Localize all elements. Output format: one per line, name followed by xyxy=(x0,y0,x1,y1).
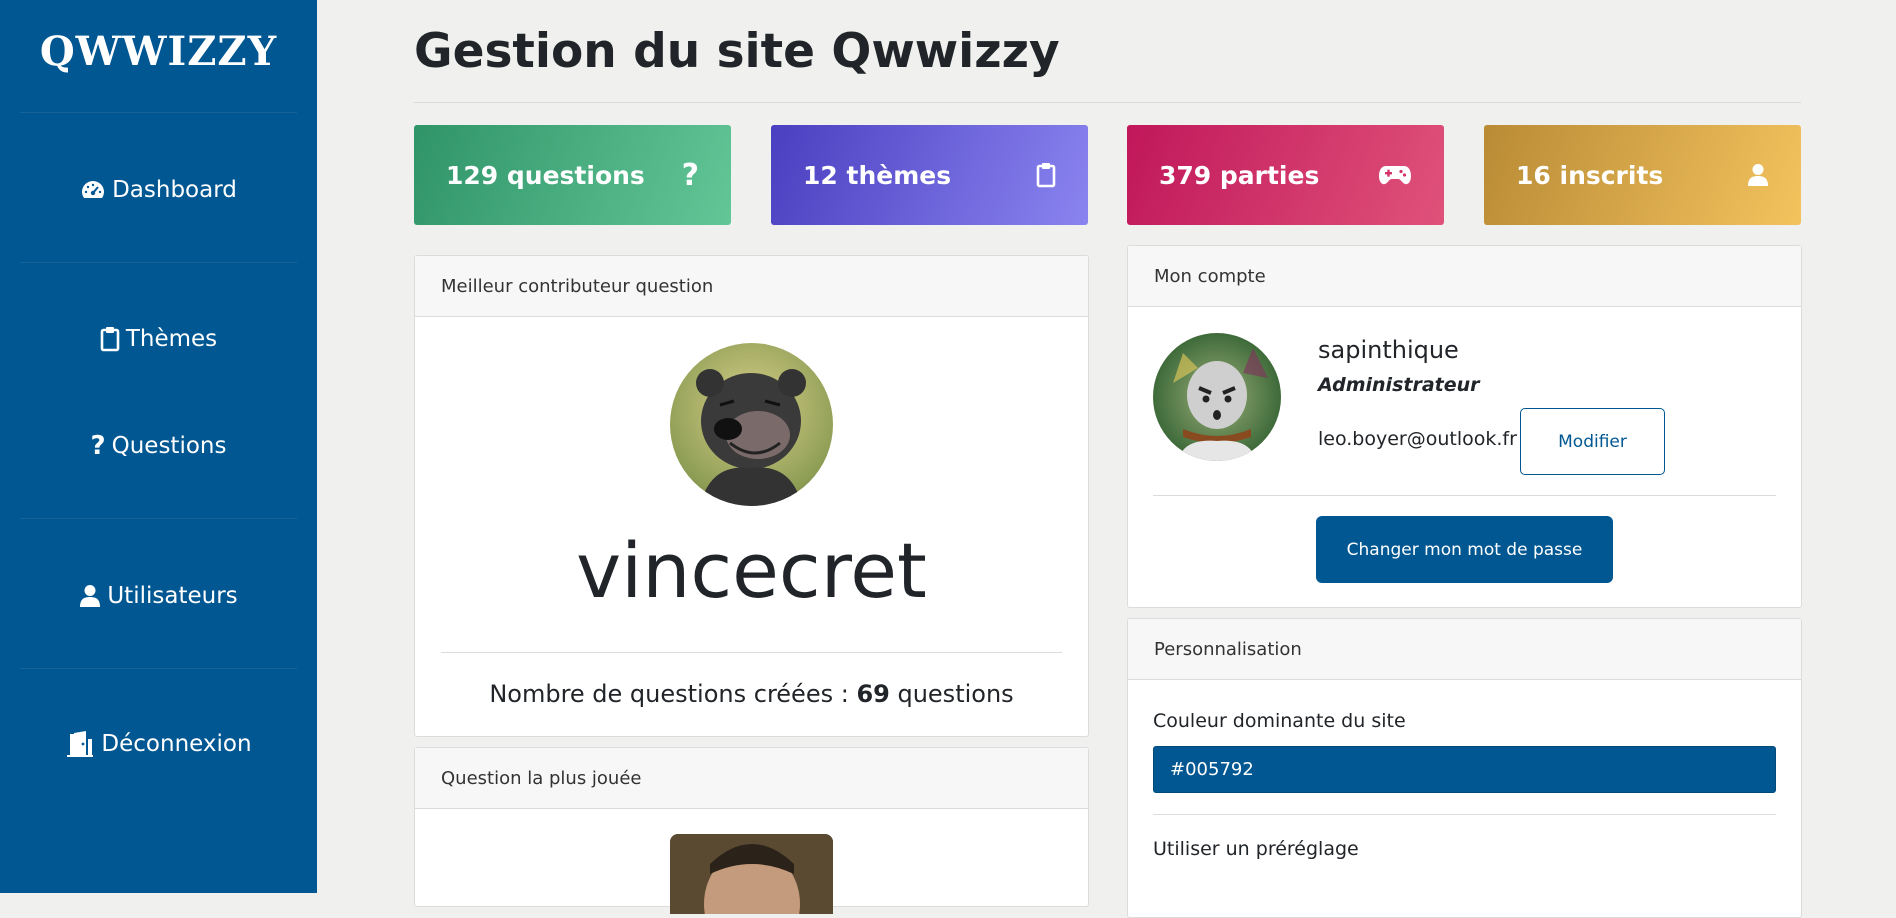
stat-label: 16 inscrits xyxy=(1516,160,1664,190)
account-role: Administrateur xyxy=(1318,374,1480,396)
sidebar-item-logout[interactable]: Déconnexion xyxy=(0,726,317,762)
sidebar-item-dashboard[interactable]: Dashboard xyxy=(0,172,317,208)
question-mark-icon: ? xyxy=(681,157,699,193)
change-password-button[interactable]: Changer mon mot de passe xyxy=(1316,516,1613,583)
sidebar-item-questions[interactable]: ? Questions xyxy=(0,428,317,464)
stat-games: 379 parties xyxy=(1127,125,1444,225)
card-divider xyxy=(1153,495,1776,496)
contributor-username: vincecret xyxy=(576,526,927,615)
personalization-card: Personnalisation Couleur dominante du si… xyxy=(1127,618,1802,918)
sidebar: QWWIZZY Dashboard Thèmes ? Questions Uti… xyxy=(0,0,317,893)
count-prefix: Nombre de questions créées : xyxy=(489,680,857,708)
color-label: Couleur dominante du site xyxy=(1153,710,1406,732)
best-contributor-card: Meilleur contributeur question vincecret… xyxy=(414,255,1089,737)
stat-label: 379 parties xyxy=(1159,160,1320,190)
stat-users: 16 inscrits xyxy=(1484,125,1801,225)
card-divider xyxy=(1153,814,1776,815)
page-title: Gestion du site Qwwizzy xyxy=(414,24,1060,79)
card-divider xyxy=(441,652,1062,653)
stat-themes: 12 thèmes xyxy=(771,125,1088,225)
contributor-question-count: Nombre de questions créées : 69 question… xyxy=(415,680,1088,708)
stat-label: 129 questions xyxy=(446,160,645,190)
card-header: Personnalisation xyxy=(1128,619,1801,680)
sidebar-item-label: Questions xyxy=(111,433,227,459)
app-logo[interactable]: QWWIZZY xyxy=(0,28,317,75)
sidebar-item-label: Dashboard xyxy=(112,177,237,203)
sidebar-item-label: Déconnexion xyxy=(101,731,252,757)
contributor-avatar xyxy=(670,343,833,506)
card-header: Meilleur contributeur question xyxy=(415,256,1088,317)
card-header: Question la plus jouée xyxy=(415,748,1088,809)
stat-questions: 129 questions ? xyxy=(414,125,731,225)
clipboard-icon xyxy=(100,326,120,352)
sidebar-item-label: Utilisateurs xyxy=(107,583,238,609)
card-header: Mon compte xyxy=(1128,246,1801,307)
sidebar-divider xyxy=(20,518,297,519)
door-exit-icon xyxy=(65,731,95,757)
count-suffix: questions xyxy=(889,680,1014,708)
user-icon xyxy=(79,584,101,608)
question-image xyxy=(670,834,833,914)
account-email: leo.boyer@outlook.fr xyxy=(1318,428,1517,450)
sidebar-item-label: Thèmes xyxy=(125,326,218,352)
dashboard-gauge-icon xyxy=(80,179,106,201)
account-card: Mon compte sapinthique Administrateur le… xyxy=(1127,245,1802,608)
user-icon xyxy=(1747,163,1769,187)
sidebar-divider xyxy=(20,112,297,113)
title-divider xyxy=(414,102,1801,103)
account-avatar[interactable] xyxy=(1153,333,1281,461)
sidebar-divider xyxy=(20,668,297,669)
sidebar-item-themes[interactable]: Thèmes xyxy=(0,321,317,357)
sidebar-item-users[interactable]: Utilisateurs xyxy=(0,578,317,614)
count-value: 69 xyxy=(856,680,890,708)
edit-account-button[interactable]: Modifier xyxy=(1520,408,1665,475)
stat-label: 12 thèmes xyxy=(803,160,952,190)
account-username: sapinthique xyxy=(1318,336,1459,364)
question-mark-icon: ? xyxy=(90,431,106,461)
preset-label: Utiliser un préréglage xyxy=(1153,838,1359,860)
gamepad-icon xyxy=(1378,164,1412,186)
most-played-card: Question la plus jouée xyxy=(414,747,1089,914)
dominant-color-input[interactable]: #005792 xyxy=(1153,746,1776,793)
sidebar-divider xyxy=(20,262,297,263)
clipboard-icon xyxy=(1036,162,1056,188)
